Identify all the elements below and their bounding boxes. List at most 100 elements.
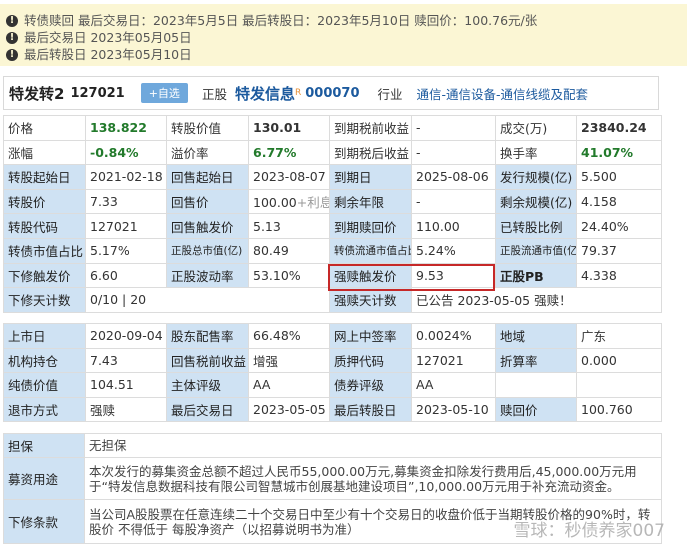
pretax-yield-value: - — [411, 115, 496, 141]
notice-text-2: 最后交易日 2023年05月05日 — [24, 30, 192, 45]
table-row: 上市日 2020-09-04 股东配售率 66.48% 网上中签率 0.0024… — [3, 323, 662, 349]
putback-start-value: 2023-08-07 — [248, 164, 330, 190]
table-row: 转股代码 127021 回售触发价 5.13 到期赎回价 110.00 已转股比… — [3, 213, 662, 239]
putback-price-amount: 100.00 — [253, 195, 297, 211]
stock-code-link[interactable]: 000070 — [305, 86, 359, 101]
bond-mktcap-ratio-label: 转债市值占比 — [3, 237, 86, 264]
turnover-rate-label: 换手率 — [495, 139, 577, 166]
notice-text-3: 最后转股日 2023年05月10日 — [24, 47, 192, 62]
bond-info-table: 上市日 2020-09-04 股东配售率 66.48% 网上中签率 0.0024… — [3, 323, 662, 423]
call-trigger-label: 强赎触发价 — [329, 262, 412, 289]
stock-name-link[interactable]: 特发信息 — [235, 83, 295, 104]
maturity-value: 2025-08-06 — [411, 164, 496, 190]
xueqiu-watermark: 雪球：秒债养家007 — [513, 521, 665, 541]
putback-price-value: 100.00+利息 — [248, 188, 330, 215]
guarantee-value: 无担保 — [84, 433, 662, 458]
conversion-code-label: 转股代码 — [3, 213, 86, 239]
shareholder-allot-value: 66.48% — [248, 323, 330, 349]
industry-link[interactable]: 通信-通信设备-通信线缆及配套 — [417, 84, 589, 103]
conversion-ratio-label: 折算率 — [495, 347, 577, 374]
conversion-value-label: 转股价值 — [166, 115, 249, 141]
turnover-amount-label: 成交(万) — [495, 115, 577, 141]
bond-rating-value: AA — [411, 372, 496, 398]
reset-trigger-label: 下修触发价 — [3, 262, 86, 289]
conversion-price-value: 7.33 — [85, 188, 167, 215]
aftertax-yield-label: 到期税后收益 — [329, 139, 412, 166]
add-watchlist-button[interactable]: +自选 — [140, 83, 188, 103]
maturity-redemption-value: 110.00 — [411, 213, 496, 239]
putback-start-label: 回售起始日 — [166, 164, 249, 190]
change-label: 涨幅 — [3, 139, 86, 166]
stock-float-mktcap-value: 79.37 — [576, 237, 662, 264]
fund-use-label: 募资用途 — [3, 457, 85, 500]
converted-ratio-label: 已转股比例 — [495, 213, 577, 239]
putback-trigger-label: 回售触发价 — [166, 213, 249, 239]
bond-float-ratio-label: 转债流通市值占比 — [329, 237, 412, 264]
industry-label: 行业 — [377, 86, 403, 102]
pure-bond-value: 104.51 — [85, 372, 167, 398]
reset-day-count-value: 0/10 | 20 — [85, 287, 330, 313]
call-day-count-value: 已公告 2023-05-05 强赎！ — [411, 287, 662, 313]
putback-interest-note: +利息 — [296, 195, 330, 211]
notice-line-3: ! 最后转股日 2023年05月10日 — [6, 46, 687, 63]
redemption-notice: ! 转债赎回 最后交易日：2023年5月5日 最后转股日：2023年5月10日 赎… — [0, 4, 687, 66]
redemption-price-value: 100.760 — [576, 396, 662, 423]
putback-pretax-label: 回售税前收益 — [166, 347, 249, 374]
table-row: 纯债价值 104.51 主体评级 AA 债券评级 AA — [3, 372, 662, 398]
turnover-amount-value: 23840.24 — [576, 115, 662, 141]
last-trading-day-label: 最后交易日 — [166, 396, 249, 423]
stock-volatility-value: 53.10% — [248, 262, 330, 289]
empty-cell — [576, 372, 662, 398]
info-icon: ! — [6, 48, 18, 61]
delisting-method-label: 退市方式 — [3, 396, 86, 423]
aftertax-yield-value: - — [411, 139, 496, 166]
fund-use-text: 本次发行的募集资金总额不超过人民币55,000.00万元,募集资金扣除发行费用后… — [84, 457, 662, 500]
last-trading-day-value: 2023-05-05 — [248, 396, 330, 423]
table-row: 机构持仓 7.43 回售税前收益 增强 质押代码 127021 折算率 0.00… — [3, 347, 662, 374]
remaining-years-value: - — [411, 188, 496, 215]
price-label: 价格 — [3, 115, 86, 141]
stock-label: 正股 — [201, 86, 227, 102]
issue-size-label: 发行规模(亿) — [495, 164, 577, 190]
notice-line-1: ! 转债赎回 最后交易日：2023年5月5日 最后转股日：2023年5月10日 赎… — [6, 12, 687, 29]
guarantee-label: 担保 — [3, 433, 85, 458]
last-conversion-day-value: 2023-05-10 — [411, 396, 496, 423]
pledge-code-value: 127021 — [411, 347, 496, 374]
stock-float-mktcap-label: 正股流通市值(亿) — [495, 237, 577, 264]
maturity-redemption-label: 到期赎回价 — [329, 213, 412, 239]
conversion-ratio-value: 0.000 — [576, 347, 662, 374]
bond-name: 特发转2 — [9, 84, 65, 103]
bond-stats-table: 价格 138.822 转股价值 130.01 到期税前收益 - 成交(万) 23… — [3, 115, 662, 313]
issue-size-value: 5.500 — [576, 164, 662, 190]
online-winning-rate-value: 0.0024% — [411, 323, 496, 349]
region-value: 广东 — [576, 323, 662, 349]
delisting-method-value: 强赎 — [85, 396, 167, 423]
putback-trigger-value: 5.13 — [248, 213, 330, 239]
bond-code: 127021 — [70, 85, 125, 101]
revision-clause-label: 下修条款 — [3, 499, 85, 544]
premium-value: 6.77% — [248, 139, 330, 166]
table-row: 涨幅 -0.84% 溢价率 6.77% 到期税后收益 - 换手率 41.07% — [3, 139, 662, 166]
remaining-size-value: 4.158 — [576, 188, 662, 215]
info-icon: ! — [6, 14, 18, 27]
call-trigger-value: 9.53 — [411, 262, 496, 289]
region-label: 地域 — [495, 323, 577, 349]
bond-mktcap-ratio-value: 5.17% — [85, 237, 167, 264]
institution-holding-label: 机构持仓 — [3, 347, 86, 374]
table-row: 转股起始日 2021-02-18 回售起始日 2023-08-07 到期日 20… — [3, 164, 662, 190]
remaining-size-label: 剩余规模(亿) — [495, 188, 577, 215]
bond-float-ratio-value: 5.24% — [411, 237, 496, 264]
notice-text-1: 转债赎回 最后交易日：2023年5月5日 最后转股日：2023年5月10日 赎回… — [24, 13, 538, 28]
issuer-rating-value: AA — [248, 372, 330, 398]
bond-rating-label: 债券评级 — [329, 372, 412, 398]
table-row: 下修触发价 6.60 正股波动率 53.10% 强赎触发价 9.53 正股PB … — [3, 262, 662, 289]
pure-bond-value-label: 纯债价值 — [3, 372, 86, 398]
reset-trigger-value: 6.60 — [85, 262, 167, 289]
price-value: 138.822 — [85, 115, 167, 141]
shareholder-allot-label: 股东配售率 — [166, 323, 249, 349]
maturity-label: 到期日 — [329, 164, 412, 190]
redemption-price-label: 赎回价 — [495, 396, 577, 423]
conversion-start-value: 2021-02-18 — [85, 164, 167, 190]
premium-label: 溢价率 — [166, 139, 249, 166]
listing-date-value: 2020-09-04 — [85, 323, 167, 349]
